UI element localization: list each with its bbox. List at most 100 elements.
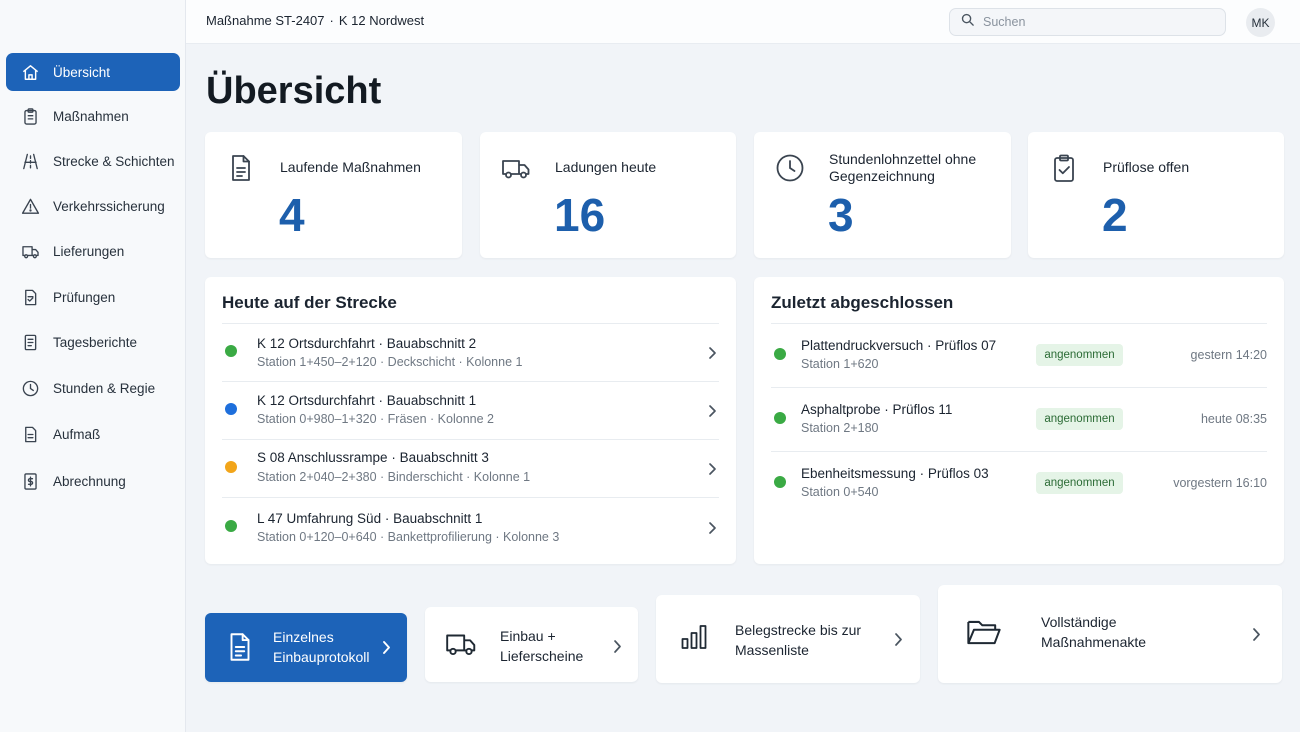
test-doc-icon	[20, 287, 40, 307]
row-title: Plattendruckversuch · Prüflos 07	[801, 338, 997, 353]
sidebar-item-label: Abrechnung	[53, 473, 126, 489]
status-dot-green	[774, 476, 786, 488]
row-subtitle: Station 1+450–2+120 · Deckschicht · Kolo…	[257, 355, 523, 369]
stat-card-open-test-lots[interactable]: Prüflose offen 2	[1028, 132, 1284, 258]
completed-panel: Zuletzt abgeschlossen Plattendruckversuc…	[754, 277, 1284, 564]
row-subtitle: Station 0+120–0+640 · Bankettprofilierun…	[257, 530, 560, 544]
sidebar-item-label: Prüfungen	[53, 289, 116, 305]
action-label-line1: Einbau +	[500, 628, 556, 644]
action-label: Belegstrecke bis zur Massenliste	[735, 620, 915, 660]
row-subtitle: Station 2+040–2+380 · Binderschicht · Ko…	[257, 470, 531, 484]
document-icon	[223, 630, 257, 664]
stat-value: 3	[828, 189, 854, 241]
stat-card-timesheets[interactable]: Stundenlohnzettel ohne Gegenzeichnung 3	[754, 132, 1011, 258]
sidebar-item-uebersicht[interactable]: Übersicht	[6, 53, 180, 91]
sidebar-item-label: Tagesberichte	[53, 334, 138, 350]
action-label: Vollständige Maßnahmenakte	[1041, 612, 1221, 652]
status-dot-orange	[225, 461, 237, 473]
row-title: L 47 Umfahrung Süd · Bauabschnitt 1	[257, 511, 483, 526]
truck-icon	[500, 152, 532, 184]
clipboard-icon	[20, 106, 40, 126]
measure-doc-icon	[20, 424, 40, 444]
row-title: Asphaltprobe · Prüflos 11	[801, 402, 953, 417]
status-dot-green	[774, 412, 786, 424]
sidebar: Übersicht Maßnahmen Strecke & Schichten …	[0, 0, 186, 732]
invoice-icon	[20, 471, 40, 491]
timestamp: heute 08:35	[1200, 412, 1267, 426]
document-icon	[225, 152, 257, 184]
action-label-line1: Belegstrecke bis zur	[735, 622, 862, 638]
stat-label: Ladungen heute	[555, 159, 657, 175]
sidebar-item-tagesberichte[interactable]: Tagesberichte	[6, 323, 180, 361]
sidebar-item-aufmass[interactable]: Aufmaß	[6, 415, 180, 453]
row-title: K 12 Ortsdurchfahrt · Bauabschnitt 2	[257, 336, 477, 351]
sidebar-item-verkehrssicherung[interactable]: Verkehrssicherung	[6, 187, 180, 225]
complete-measure-file-button[interactable]: Vollständige Maßnahmenakte	[938, 585, 1282, 683]
row-subtitle: Station 0+540	[801, 485, 879, 499]
chevron-right-icon	[707, 346, 717, 360]
sidebar-item-label: Maßnahmen	[53, 108, 129, 124]
truck-icon	[20, 241, 40, 261]
clipboard-check-icon	[1048, 152, 1080, 184]
search-input[interactable]	[983, 15, 1213, 29]
stat-card-loads-today[interactable]: Ladungen heute 16	[480, 132, 736, 258]
row-title: Ebenheitsmessung · Prüflos 03	[801, 466, 989, 481]
stat-label: Laufende Maßnahmen	[280, 159, 421, 175]
list-item[interactable]: L 47 Umfahrung Süd · Bauabschnitt 1 Stat…	[222, 497, 719, 557]
sidebar-item-label: Verkehrssicherung	[53, 198, 165, 214]
sidebar-item-strecke-schichten[interactable]: Strecke & Schichten	[6, 142, 180, 180]
chevron-right-icon	[612, 639, 622, 654]
folder-icon	[965, 614, 1003, 650]
panel-title: Zuletzt abgeschlossen	[771, 293, 954, 312]
stat-value: 16	[554, 189, 606, 241]
sidebar-item-lieferungen[interactable]: Lieferungen	[6, 232, 180, 270]
status-badge: angenommen	[1036, 408, 1123, 430]
row-title: K 12 Ortsdurchfahrt · Bauabschnitt 1	[257, 393, 477, 408]
timestamp: vorgestern 16:10	[1173, 476, 1267, 490]
chevron-right-icon	[707, 404, 717, 418]
today-panel: Heute auf der Strecke K 12 Ortsdurchfahr…	[205, 277, 736, 564]
sidebar-item-label: Übersicht	[53, 64, 111, 80]
stat-label: Prüflose offen	[1103, 159, 1190, 175]
sidebar-item-pruefungen[interactable]: Prüfungen	[6, 278, 180, 316]
sidebar-item-stunden-regie[interactable]: Stunden & Regie	[6, 369, 180, 407]
action-label: Einbau + Lieferscheine	[500, 626, 680, 666]
sidebar-item-massnahmen[interactable]: Maßnahmen	[6, 97, 180, 135]
action-label-line1: Einzelnes	[273, 629, 334, 645]
action-label-line2: Lieferscheine	[500, 648, 584, 664]
search-box[interactable]	[949, 8, 1226, 36]
sidebar-item-label: Strecke & Schichten	[53, 153, 175, 169]
status-dot-green	[225, 520, 237, 532]
stat-value: 4	[279, 189, 305, 241]
list-item[interactable]: Plattendruckversuch · Prüflos 07 Station…	[771, 323, 1267, 387]
breadcrumb: Maßnahme ST-2407 · K 12 Nordwest	[206, 13, 424, 28]
action-label-line2: Maßnahmenakte	[1041, 634, 1147, 650]
stat-card-running-measures[interactable]: Laufende Maßnahmen 4	[205, 132, 462, 258]
breadcrumb-separator: ·	[329, 13, 334, 28]
sidebar-item-label: Aufmaß	[53, 426, 101, 442]
breadcrumb-road[interactable]: K 12 Nordwest	[339, 13, 424, 28]
search-icon	[960, 12, 975, 32]
warning-icon	[20, 196, 40, 216]
row-title: S 08 Anschlussrampe · Bauabschnitt 3	[257, 450, 489, 465]
stat-label: Stundenlohnzettel ohne Gegenzeichnung	[829, 151, 977, 184]
proof-section-to-quantity-list-button[interactable]: Belegstrecke bis zur Massenliste	[656, 595, 920, 683]
clock-icon	[20, 378, 40, 398]
list-item[interactable]: K 12 Ortsdurchfahrt · Bauabschnitt 2 Sta…	[222, 323, 719, 381]
truck-icon	[443, 627, 479, 661]
list-item[interactable]: S 08 Anschlussrampe · Bauabschnitt 3 Sta…	[222, 439, 719, 497]
breadcrumb-measure[interactable]: Maßnahme ST-2407	[206, 13, 325, 28]
home-icon	[20, 62, 40, 82]
list-item[interactable]: Asphaltprobe · Prüflos 11 Station 2+180 …	[771, 387, 1267, 451]
single-install-protocol-button[interactable]: Einzelnes Einbauprotokoll	[205, 613, 407, 682]
clock-icon	[774, 152, 806, 184]
chevron-right-icon	[1251, 627, 1261, 642]
chevron-right-icon	[893, 632, 903, 647]
chevron-right-icon	[707, 462, 717, 476]
install-delivery-notes-button[interactable]: Einbau + Lieferscheine	[425, 607, 638, 682]
list-item[interactable]: K 12 Ortsdurchfahrt · Bauabschnitt 1 Sta…	[222, 381, 719, 439]
list-item[interactable]: Ebenheitsmessung · Prüflos 03 Station 0+…	[771, 451, 1267, 515]
avatar[interactable]: MK	[1246, 8, 1275, 37]
sidebar-item-abrechnung[interactable]: Abrechnung	[6, 462, 180, 500]
top-bar: Maßnahme ST-2407 · K 12 Nordwest MK	[186, 0, 1300, 44]
